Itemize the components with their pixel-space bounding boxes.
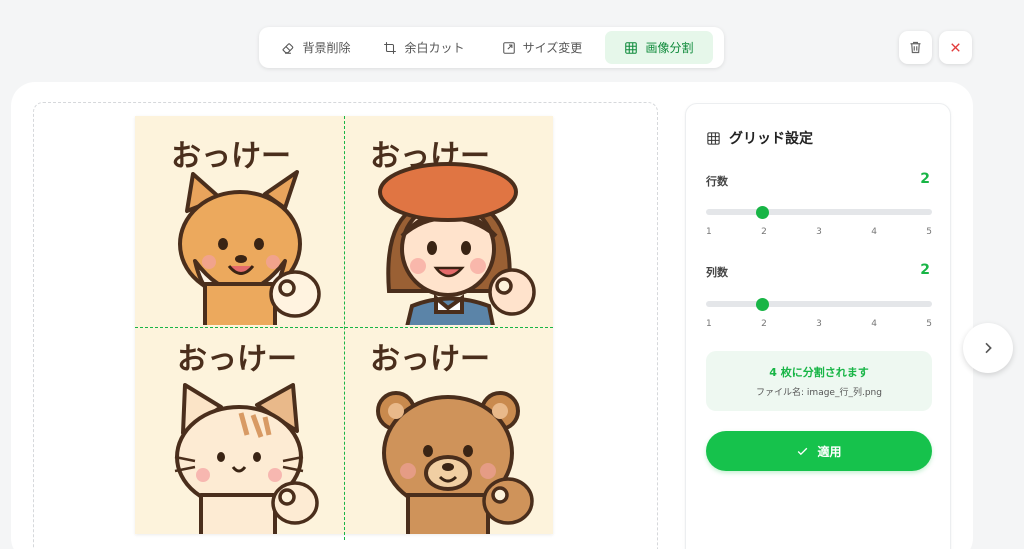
- grid-icon: [707, 131, 720, 145]
- rows-slider[interactable]: [706, 205, 932, 219]
- sticker-caption: おっけー: [171, 139, 291, 174]
- tick-label: 1: [706, 319, 712, 329]
- sticker-cell-girl: おっけー: [370, 139, 536, 325]
- tab-background-remove[interactable]: 背景削除: [263, 31, 369, 64]
- tab-image-split[interactable]: 画像分割: [605, 31, 713, 64]
- cols-slider-thumb[interactable]: [756, 297, 769, 311]
- split-guide-horizontal: [135, 327, 553, 328]
- tick-label: 4: [871, 227, 877, 237]
- crop-icon: [384, 41, 397, 54]
- close-icon: [951, 43, 960, 52]
- rows-value: 2: [920, 171, 930, 187]
- tab-label: 背景削除: [302, 41, 351, 55]
- split-guide-vertical: [344, 116, 345, 540]
- trash-icon: [910, 41, 921, 54]
- rows-label: 行数: [706, 175, 728, 188]
- rows-ticks: 1 2 3 4 5: [706, 227, 932, 237]
- tab-margin-trim[interactable]: 余白カット: [369, 31, 479, 64]
- tab-label: サイズ変更: [522, 41, 583, 55]
- apply-button-label: 適用: [817, 444, 842, 459]
- chevron-right-icon: [985, 342, 992, 354]
- tick-label: 3: [816, 319, 822, 329]
- cols-slider[interactable]: [706, 297, 932, 311]
- filename-pattern-text: ファイル名: image_行_列.png: [756, 388, 882, 398]
- tick-label: 4: [871, 319, 877, 329]
- tick-label: 5: [926, 319, 932, 329]
- grid-icon: [625, 41, 638, 54]
- sticker-cell-shiba: おっけー: [171, 139, 321, 325]
- settings-title: グリッド設定: [706, 128, 813, 148]
- cols-label: 列数: [706, 266, 728, 279]
- tick-label: 3: [816, 227, 822, 237]
- delete-button[interactable]: [899, 31, 932, 64]
- tab-label: 画像分割: [645, 41, 694, 55]
- tick-label: 2: [761, 227, 767, 237]
- tab-label: 余白カット: [404, 41, 465, 55]
- cols-value: 2: [920, 262, 930, 278]
- settings-title-text: グリッド設定: [729, 131, 813, 147]
- sticker-cell-bear: おっけー: [370, 342, 534, 534]
- tab-resize[interactable]: サイズ変更: [479, 31, 605, 64]
- rows-slider-thumb[interactable]: [756, 205, 769, 219]
- resize-icon: [502, 41, 515, 54]
- close-button[interactable]: [939, 31, 972, 64]
- next-step-button[interactable]: [963, 323, 1013, 373]
- tick-label: 2: [761, 319, 767, 329]
- tick-label: 5: [926, 227, 932, 237]
- sticker-cell-cat: おっけー: [174, 342, 319, 534]
- grid-settings-panel: グリッド設定 行数 2 1 2 3 4 5 列数 2 1 2 3 4 5 4 枚…: [685, 103, 951, 549]
- sticker-caption: おっけー: [177, 342, 297, 377]
- apply-button[interactable]: 適用: [706, 431, 932, 471]
- check-icon: [798, 447, 808, 455]
- cols-ticks: 1 2 3 4 5: [706, 319, 932, 329]
- split-count-text: 4 枚に分割されます: [769, 366, 869, 379]
- sticker-caption: おっけー: [370, 342, 490, 377]
- eraser-icon: [282, 42, 294, 54]
- tick-label: 1: [706, 227, 712, 237]
- split-info-box: 4 枚に分割されます ファイル名: image_行_列.png: [706, 351, 932, 411]
- edit-mode-toolbar: 背景削除 余白カット サイズ変更 画像分割: [259, 27, 724, 68]
